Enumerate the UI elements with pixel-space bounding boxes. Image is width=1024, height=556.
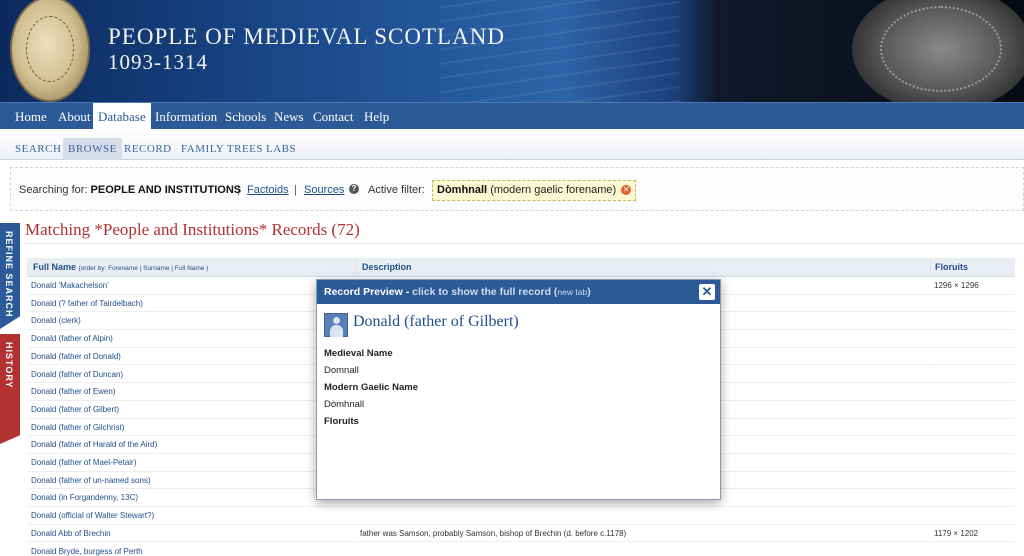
row-name-link[interactable]: Donald (father of Gilbert)	[31, 405, 119, 414]
popup-new-tab-link[interactable]: new tab	[557, 287, 587, 297]
row-name-link[interactable]: Donald (father of Duncan)	[31, 370, 123, 379]
refine-search-tab[interactable]: REFINE SEARCH	[0, 223, 20, 329]
order-by-label: (order by:	[78, 265, 107, 272]
history-tab[interactable]: HISTORY	[0, 334, 20, 444]
popup-person-name[interactable]: Donald (father of Gilbert)	[353, 313, 519, 331]
nav-help[interactable]: Help	[359, 103, 394, 130]
site-banner: PEOPLE OF MEDIEVAL SCOTLAND 1093-1314	[0, 0, 1024, 102]
medieval-name-value: Domnall	[324, 365, 359, 376]
order-forename-link[interactable]: Forename	[108, 265, 138, 272]
heading-divider	[25, 243, 1024, 244]
col-description[interactable]: Description	[362, 262, 412, 272]
row-name-link[interactable]: Donald (father of un-named sons)	[31, 476, 151, 485]
manuscript-background	[440, 0, 680, 102]
active-filter-label: Active filter:	[368, 184, 425, 196]
row-name-link[interactable]: Donald (in Forgandenny, 13C)	[31, 493, 138, 502]
nav-schools[interactable]: Schools	[220, 103, 271, 130]
search-summary-bar: Searching for: PEOPLE AND INSTITUTIONS |…	[10, 167, 1024, 211]
site-subtitle: 1093-1314	[108, 50, 208, 74]
col-fullname[interactable]: Full Name	[33, 262, 76, 272]
subnav-labs[interactable]: LABS	[261, 138, 301, 160]
sources-link[interactable]: Sources	[304, 184, 344, 196]
sub-navigation: SEARCH BROWSE RECORD FAMILY TREES LABS	[0, 129, 1024, 160]
row-name-link[interactable]: Donald (father of Gilchrist)	[31, 423, 124, 432]
filter-value: Dòmhnall	[437, 184, 488, 196]
separator: |	[294, 184, 297, 196]
factoids-link[interactable]: Factoids	[247, 184, 289, 196]
row-floruit: 1296 × 1296	[934, 281, 979, 290]
row-floruit: 1179 × 1202	[934, 528, 979, 538]
row-name-link[interactable]: Donald (father of Mael-Petair)	[31, 458, 136, 467]
searching-for-value: PEOPLE AND INSTITUTIONS	[90, 184, 242, 196]
separator: |	[237, 184, 240, 196]
modern-gaelic-value: Dòmhnall	[324, 399, 365, 410]
row-name-link[interactable]: Donald Abb of Brechin	[31, 529, 111, 538]
results-heading: Matching *People and Institutions* Recor…	[25, 220, 360, 239]
medieval-name-label: Medieval Name	[324, 348, 393, 359]
table-row[interactable]: Donald Abb of Brechin father was Samson, …	[27, 524, 1015, 543]
row-name-link[interactable]: Donald (father of Donald)	[31, 352, 121, 361]
nav-information[interactable]: Information	[150, 103, 222, 130]
close-icon[interactable]: ✕	[699, 284, 715, 300]
subnav-record[interactable]: RECORD	[119, 138, 177, 160]
table-row[interactable]: Donald (official of Walter Stewart?)	[27, 507, 1015, 525]
row-name-link[interactable]: Donald (clerk)	[31, 316, 81, 325]
subnav-browse[interactable]: BROWSE	[63, 138, 122, 160]
site-title[interactable]: PEOPLE OF MEDIEVAL SCOTLAND	[108, 24, 505, 50]
nav-database[interactable]: Database	[93, 103, 151, 131]
row-name-link[interactable]: Donald (? father of Tairdelbach)	[31, 299, 143, 308]
popup-full-record-link[interactable]: click to show the full record	[412, 286, 551, 298]
row-name-link[interactable]: Donald Bryde, burgess of Perth	[31, 547, 143, 556]
subnav-family-trees[interactable]: FAMILY TREES	[176, 138, 268, 160]
order-fullname-link[interactable]: Full Name	[175, 265, 205, 272]
searching-for-label: Searching for:	[19, 184, 88, 196]
row-name-link[interactable]: Donald (father of Harald of the Aird)	[31, 440, 157, 449]
order-surname-link[interactable]: Surname	[143, 265, 169, 272]
history-label: HISTORY	[4, 342, 14, 389]
help-icon[interactable]: ?	[349, 184, 359, 194]
nav-contact[interactable]: Contact	[308, 103, 358, 130]
nav-home[interactable]: Home	[10, 103, 52, 130]
subnav-search[interactable]: SEARCH	[10, 138, 66, 160]
person-icon	[324, 313, 348, 337]
nav-news[interactable]: News	[269, 103, 309, 130]
row-name-link[interactable]: Donald 'Makachelson'	[31, 281, 109, 290]
active-filter-badge: Dòmhnall (modern gaelic forename) ✕	[432, 180, 636, 201]
table-row[interactable]: Donald Bryde, burgess of Perth	[27, 542, 1015, 556]
row-name-link[interactable]: Donald (official of Walter Stewart?)	[31, 511, 154, 520]
popup-title: Record Preview -	[324, 286, 410, 298]
floruits-label: Floruits	[324, 416, 359, 427]
row-name-link[interactable]: Donald (father of Ewen)	[31, 387, 116, 396]
nav-about[interactable]: About	[53, 103, 96, 130]
main-navigation: Home About Database Information Schools …	[0, 102, 1024, 131]
filter-note: (modern gaelic forename)	[490, 184, 617, 196]
col-floruits[interactable]: Floruits	[935, 262, 968, 272]
seal-logo-left[interactable]	[10, 0, 90, 102]
popup-header[interactable]: Record Preview - click to show the full …	[317, 280, 720, 304]
row-name-link[interactable]: Donald (father of Alpin)	[31, 334, 113, 343]
record-preview-popup: Record Preview - click to show the full …	[316, 279, 721, 500]
remove-filter-icon[interactable]: ✕	[621, 185, 632, 196]
refine-search-label: REFINE SEARCH	[4, 231, 14, 318]
table-header: Full Name (order by: Forename | Surname …	[27, 258, 1015, 277]
seal-image-right	[852, 0, 1024, 102]
row-description: father was Samson, probably Samson, bish…	[360, 528, 627, 538]
modern-gaelic-label: Modern Gaelic Name	[324, 382, 418, 393]
